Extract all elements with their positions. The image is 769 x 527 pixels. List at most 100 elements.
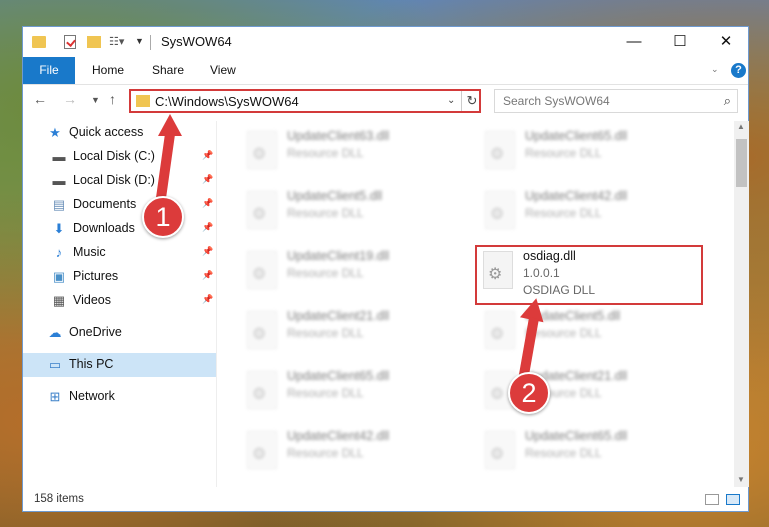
dll-gear-icon <box>247 371 277 409</box>
file-name: UpdateClient42.dll <box>525 189 628 203</box>
sidebar-item-local-disk-c[interactable]: ▬ Local Disk (C:) 📌 <box>23 145 216 169</box>
file-name: UpdateClient65.dll <box>287 369 390 383</box>
scrollbar-thumb[interactable] <box>736 139 747 187</box>
annotation-arrowhead-1 <box>158 114 182 136</box>
close-button[interactable]: ✕ <box>703 27 749 57</box>
customize-toolbar-icon[interactable]: ☷▾ <box>109 35 125 49</box>
sidebar-item-label: Quick access <box>69 125 144 139</box>
pin-icon[interactable]: 📌 <box>202 246 213 257</box>
navigation-bar: ← → ▼ ↑ C:\Windows\SysWOW64 ⌄ ↻ Search S… <box>23 85 748 117</box>
status-bar: 158 items <box>23 489 748 511</box>
file-item[interactable]: UpdateClient19.dll Resource DLL <box>241 247 461 297</box>
sidebar-item-label: Local Disk (C:) <box>73 149 155 163</box>
picture-icon: ▣ <box>52 269 66 284</box>
minimize-button[interactable]: — <box>611 27 657 57</box>
large-icons-view-icon[interactable] <box>726 494 740 505</box>
file-name: osdiag.dll <box>523 249 576 263</box>
pin-icon[interactable]: 📌 <box>202 198 213 209</box>
properties-check-icon[interactable] <box>64 35 76 49</box>
sidebar-item-label: Music <box>73 245 106 259</box>
pin-icon[interactable]: 📌 <box>202 150 213 161</box>
tab-home[interactable]: Home <box>92 57 124 84</box>
sidebar-item-local-disk-d[interactable]: ▬ Local Disk (D:) 📌 <box>23 169 216 193</box>
new-folder-icon[interactable] <box>87 36 101 48</box>
file-item-osdiag[interactable]: osdiag.dll 1.0.0.1 OSDIAG DLL <box>475 245 703 305</box>
file-name: UpdateClient21.dll <box>287 309 390 323</box>
search-box[interactable]: Search SysWOW64 ⌕ <box>494 89 738 113</box>
file-item[interactable]: UpdateClient65.dll Resource DLL <box>241 367 461 417</box>
pin-icon[interactable]: 📌 <box>202 222 213 233</box>
scroll-down-icon[interactable]: ▼ <box>737 475 745 484</box>
folder-icon[interactable] <box>32 36 46 48</box>
sidebar-item-onedrive[interactable]: ☁ OneDrive <box>23 321 216 345</box>
sidebar-item-this-pc[interactable]: ▭ This PC <box>23 353 216 377</box>
star-icon: ★ <box>49 125 61 140</box>
sidebar-item-quick-access[interactable]: ★ Quick access <box>23 121 216 145</box>
dll-gear-icon <box>247 251 277 289</box>
address-path[interactable]: C:\Windows\SysWOW64 <box>155 94 299 109</box>
pin-icon[interactable]: 📌 <box>202 270 213 281</box>
file-item[interactable]: UpdateClient42.dll Resource DLL <box>479 187 699 237</box>
drive-icon: ▬ <box>52 149 66 164</box>
quick-access-dropdown-icon[interactable]: ▼ <box>135 36 144 54</box>
sidebar-item-videos[interactable]: ▦ Videos 📌 <box>23 289 216 313</box>
drive-icon: ▬ <box>52 173 66 188</box>
tab-share[interactable]: Share <box>152 57 184 84</box>
back-arrow-icon[interactable]: ← <box>33 91 47 107</box>
maximize-button[interactable]: ☐ <box>657 27 703 57</box>
search-placeholder[interactable]: Search SysWOW64 <box>503 94 610 108</box>
help-icon[interactable]: ? <box>731 63 746 78</box>
sidebar-item-music[interactable]: ♪ Music 📌 <box>23 241 216 265</box>
recent-locations-icon[interactable]: ▼ <box>91 95 100 105</box>
file-item[interactable]: UpdateClient65.dll Resource DLL <box>479 127 699 177</box>
dll-gear-icon <box>485 431 515 469</box>
pin-icon[interactable]: 📌 <box>202 174 213 185</box>
dll-gear-icon <box>485 311 515 349</box>
file-detail: Resource DLL <box>287 386 364 400</box>
file-item[interactable]: UpdateClient63.dll Resource DLL <box>241 127 461 177</box>
tab-view[interactable]: View <box>210 57 236 84</box>
dll-gear-icon <box>247 431 277 469</box>
address-bar[interactable]: C:\Windows\SysWOW64 ⌄ ↻ <box>129 89 481 113</box>
dll-gear-icon <box>483 251 513 289</box>
file-name: UpdateClient5.dll <box>287 189 383 203</box>
sidebar-item-label: Network <box>69 389 115 403</box>
vertical-scrollbar[interactable]: ▲ ▼ <box>734 121 749 487</box>
sidebar-item-pictures[interactable]: ▣ Pictures 📌 <box>23 265 216 289</box>
up-arrow-icon[interactable]: ↑ <box>109 91 116 107</box>
dll-gear-icon <box>247 191 277 229</box>
file-name: UpdateClient19.dll <box>287 249 390 263</box>
details-view-icon[interactable] <box>705 494 719 505</box>
scroll-up-icon[interactable]: ▲ <box>737 122 745 131</box>
file-item[interactable]: UpdateClient65.dll Resource DLL <box>479 427 699 477</box>
dll-gear-icon <box>247 131 277 169</box>
dll-gear-icon <box>247 311 277 349</box>
sidebar-item-label: Documents <box>73 197 137 211</box>
forward-arrow-icon[interactable]: → <box>63 91 77 107</box>
pin-icon[interactable]: 📌 <box>202 294 213 305</box>
navigation-pane: ★ Quick access ▬ Local Disk (C:) 📌 ▬ Local Dis… <box>23 121 217 487</box>
refresh-icon[interactable]: ↻ <box>461 91 482 111</box>
file-detail: Resource DLL <box>287 266 364 280</box>
item-count: 158 items <box>34 493 84 505</box>
file-detail: Resource DLL <box>525 206 602 220</box>
file-detail: Resource DLL <box>287 326 364 340</box>
dll-gear-icon <box>485 191 515 229</box>
window-title: SysWOW64 <box>161 34 232 49</box>
sidebar-item-documents[interactable]: ▤ Documents 📌 <box>23 193 216 217</box>
file-detail: Resource DLL <box>287 146 364 160</box>
file-list: UpdateClient63.dllResource DLL UpdateClie… <box>219 121 731 487</box>
file-item[interactable]: UpdateClient5.dllResource DLL <box>241 187 461 237</box>
file-item[interactable]: UpdateClient21.dll Resource DLL <box>241 307 461 357</box>
folder-icon <box>136 95 150 107</box>
tab-file[interactable]: File <box>23 57 75 84</box>
sidebar-item-downloads[interactable]: ⬇ Downloads 📌 <box>23 217 216 241</box>
sidebar-item-label: Local Disk (D:) <box>73 173 155 187</box>
file-name: UpdateClient65.dll <box>525 429 628 443</box>
chevron-down-icon[interactable]: ⌄ <box>447 95 455 106</box>
expand-ribbon-icon[interactable]: ⌄ <box>711 64 719 75</box>
search-icon[interactable]: ⌕ <box>724 93 731 109</box>
file-item[interactable]: UpdateClient42.dll Resource DLL <box>241 427 461 477</box>
file-item[interactable]: UpdateClient5.dllResource DLL <box>479 307 699 357</box>
sidebar-item-network[interactable]: ⊞ Network <box>23 385 216 409</box>
